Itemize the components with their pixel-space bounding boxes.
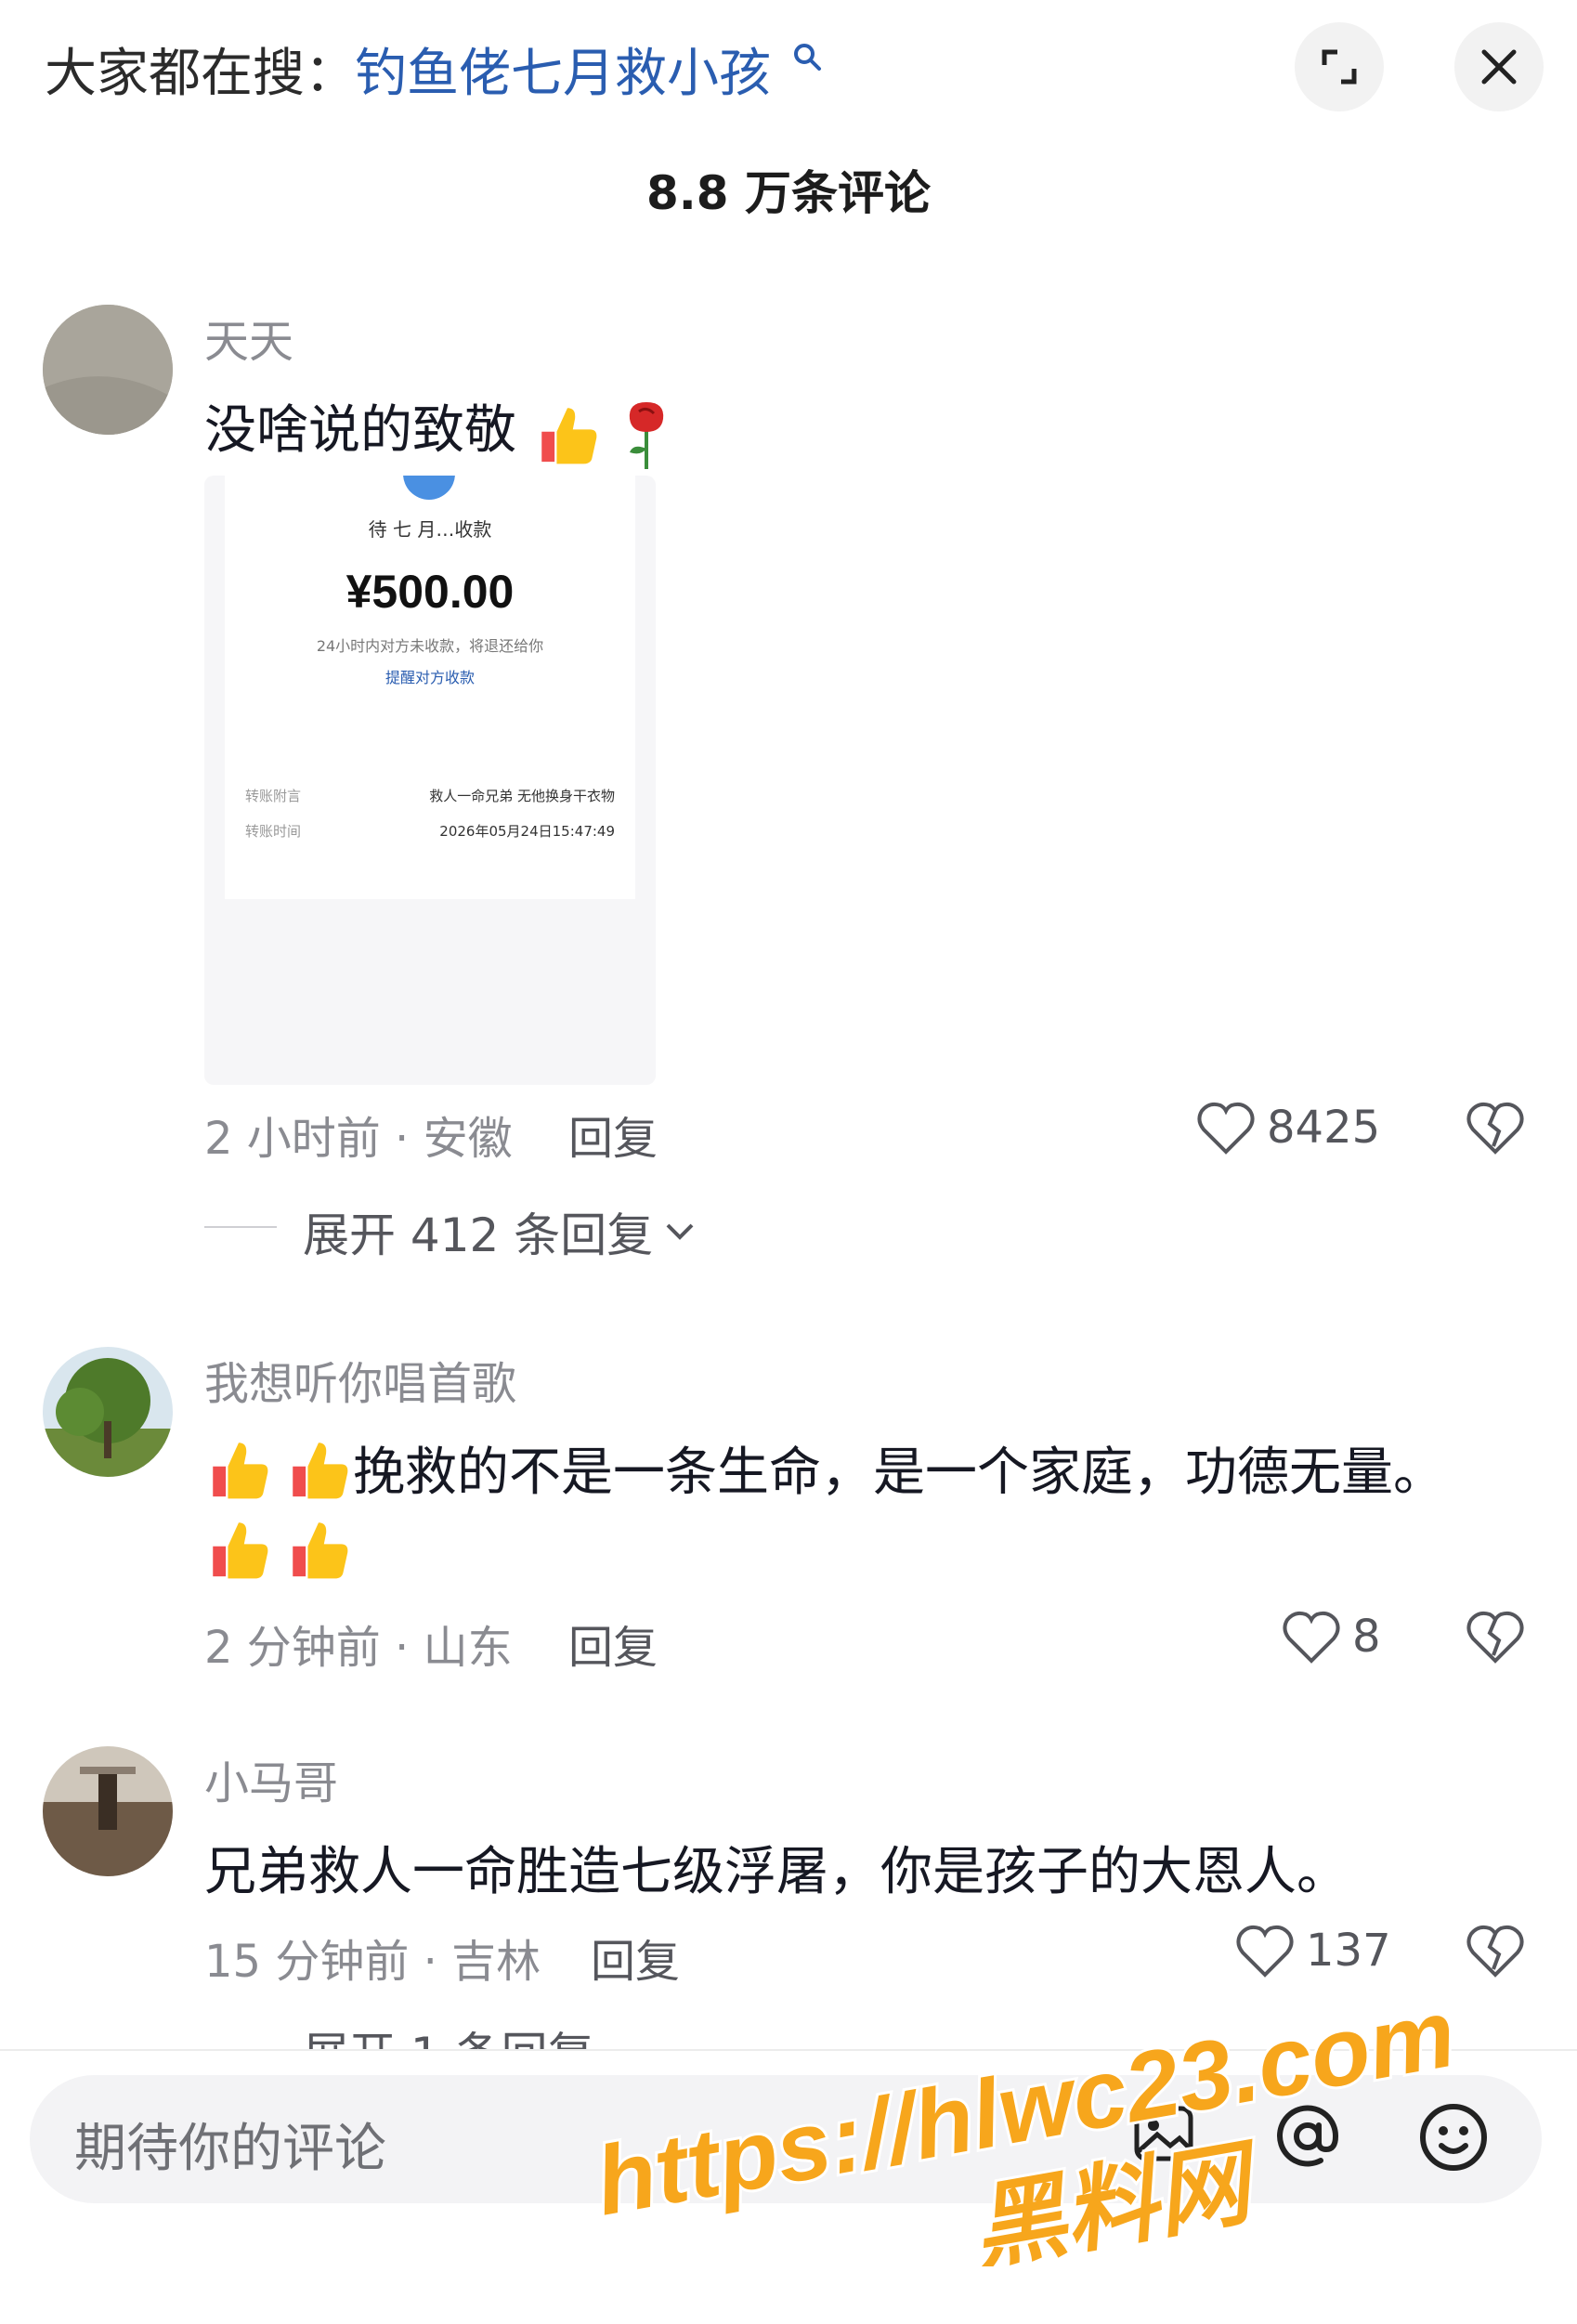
trending-search-label: 大家都在搜： [45,44,357,104]
thumbs-up-icon [213,1522,268,1579]
receipt-row-label: 转账附言 [245,788,302,804]
close-button[interactable] [1454,22,1544,111]
expand-icon [1322,49,1357,85]
expand-button[interactable] [1295,22,1384,111]
trending-search-link[interactable]: 钓鱼佬七月救小孩 [355,32,771,107]
like-count: 8425 [1267,1102,1381,1154]
emoji-smile-icon[interactable] [1417,2101,1490,2174]
receipt-recipient: 待 七 月…收款 [368,518,492,541]
like-count: 137 [1306,1925,1391,1977]
like-button[interactable]: 8 [1282,1609,1381,1665]
dislike-broken-heart-icon[interactable] [1466,1100,1525,1155]
receipt-remind-link: 提醒对方收款 [384,669,475,686]
like-count: 8 [1352,1611,1381,1663]
receipt-note: 24小时内对方未收款，将退还给你 [316,637,544,655]
expand-replies-button[interactable]: 展开 412 条回复 [303,1198,696,1265]
comment-emoji-line [204,1514,353,1583]
reply-button[interactable]: 回复 [568,1611,658,1676]
mention-at-icon[interactable] [1272,2101,1343,2172]
receipt-row-label: 转账时间 [245,823,302,840]
avatar[interactable] [43,305,173,435]
comment-image-transfer-receipt[interactable]: 待 七 月…收款 ¥500.00 24小时内对方未收款，将退还给你 提醒对方收款… [204,476,656,1085]
thumbs-up-icon [213,1442,268,1498]
heart-icon [1197,1102,1255,1155]
dislike-broken-heart-icon[interactable] [1466,1923,1525,1978]
comment-text: 挽救的不是一条生命，是一个家庭，功德无量。 [204,1430,1445,1506]
comment-username[interactable]: 我想听你唱首歌 [204,1347,516,1412]
comment-time-location: 2 小时前 · 安徽 [204,1113,513,1165]
like-button[interactable]: 8425 [1196,1100,1380,1155]
comment-time-location: 15 分钟前 · 吉林 [204,1936,541,1988]
comment-time-location: 2 分钟前 · 山东 [204,1622,513,1674]
rose-icon [629,401,663,469]
reply-button[interactable]: 回复 [568,1102,658,1167]
comment-text-body: 挽救的不是一条生命，是一个家庭，功德无量。 [353,1443,1445,1503]
reply-button[interactable]: 回复 [591,1925,680,1990]
thumbs-up-icon [293,1522,348,1579]
comment-text: 兄弟救人一命胜造七级浮屠，你是孩子的大恩人。 [204,1842,1349,1902]
heart-icon [1283,1611,1340,1664]
like-button[interactable]: 137 [1235,1923,1391,1978]
bottom-divider [0,2049,1577,2051]
expand-divider [204,1226,277,1228]
comment-input-placeholder: 期待你的评论 [74,2119,386,2179]
avatar[interactable] [43,1347,173,1477]
receipt-row-value: 救人一命兄弟 无他换身干衣物 [429,788,615,804]
receipt-card: 待 七 月…收款 ¥500.00 24小时内对方未收款，将退还给你 提醒对方收款… [225,476,635,899]
comment-text-body: 没啥说的致敬 [204,400,516,461]
image-picker-icon[interactable] [1131,2101,1196,2166]
search-icon[interactable] [791,41,823,72]
heart-icon [1236,1925,1294,1978]
avatar[interactable] [43,1746,173,1876]
thumbs-up-icon [541,408,597,464]
receipt-amount: ¥500.00 [345,566,515,618]
comment-count-title: 8.8 万条评论 [646,166,931,220]
expand-replies-label: 展开 412 条回复 [303,1208,654,1262]
comment-username[interactable]: 小马哥 [204,1746,338,1811]
close-icon [1481,49,1517,85]
expand-replies-label: 展开 1 条回复 [303,2017,594,2049]
chevron-down-icon [666,1223,694,1240]
expand-replies-button[interactable]: 展开 1 条回复 [303,2017,594,2049]
comment-text: 没啥说的致敬 [204,388,674,471]
dislike-broken-heart-icon[interactable] [1466,1609,1525,1665]
payment-app-icon [403,476,455,500]
thumbs-up-icon [293,1442,348,1498]
receipt-row-value: 2026年05月24日15:47:49 [439,823,615,840]
comment-username[interactable]: 天天 [204,305,293,370]
